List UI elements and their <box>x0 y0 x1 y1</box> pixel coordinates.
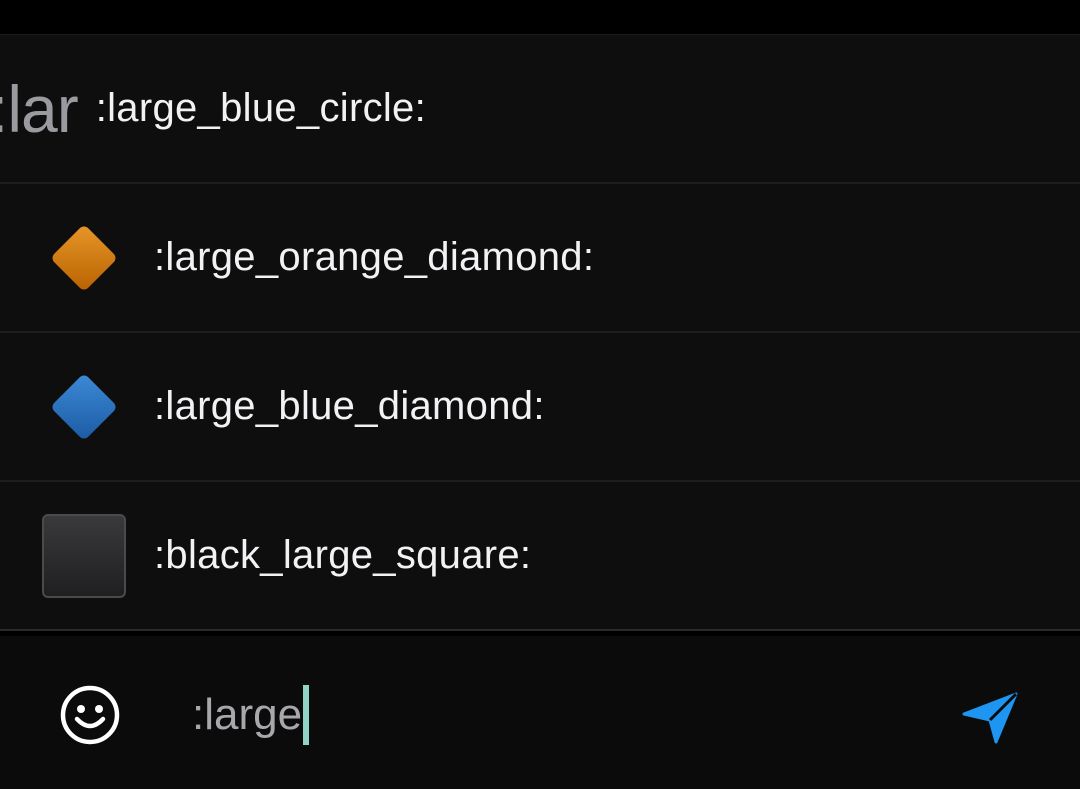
suggestion-large-blue-diamond[interactable]: :large_blue_diamond: <box>0 333 1080 482</box>
typed-prefix-preview: :lar <box>0 71 79 146</box>
message-input[interactable]: :large <box>192 682 310 748</box>
message-input-value: :large <box>192 690 303 739</box>
black-square-icon <box>42 513 126 598</box>
suggestion-large-orange-diamond[interactable]: :large_orange_diamond: <box>0 184 1080 333</box>
message-composer: :large <box>0 636 1080 789</box>
status-bar <box>0 0 1080 34</box>
suggestion-label: :black_large_square: <box>154 533 532 577</box>
suggestion-label: :large_orange_diamond: <box>154 235 595 279</box>
smiley-icon[interactable] <box>60 685 120 745</box>
suggestion-black-large-square[interactable]: :black_large_square: <box>0 482 1080 631</box>
blue-diamond-icon <box>42 365 126 449</box>
suggestion-label: :large_blue_circle: <box>95 86 427 130</box>
orange-diamond-icon <box>42 216 126 300</box>
text-caret <box>303 685 310 745</box>
send-icon[interactable] <box>960 690 1020 746</box>
suggestion-label: :large_blue_diamond: <box>154 384 545 428</box>
suggestion-large-blue-circle[interactable]: :lar :large_blue_circle: <box>0 35 1080 184</box>
emoji-suggestion-list: :lar :large_blue_circle: :large_orange_d… <box>0 34 1080 631</box>
